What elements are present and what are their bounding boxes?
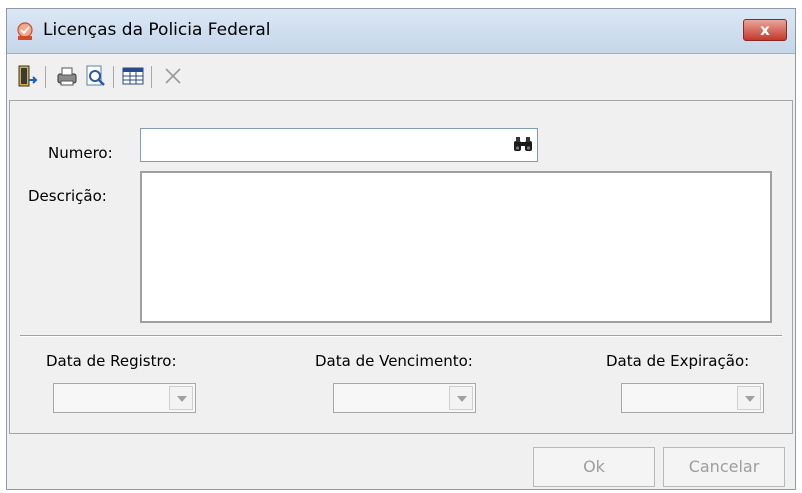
data-vencimento-dropdown[interactable] <box>333 383 476 413</box>
descricao-label: Descrição: <box>28 187 107 205</box>
ok-button[interactable]: Ok <box>533 447 655 487</box>
data-registro-label: Data de Registro: <box>46 352 177 370</box>
exit-icon[interactable] <box>15 64 39 88</box>
close-icon: x <box>760 21 770 39</box>
numero-input[interactable] <box>140 128 538 162</box>
binoculars-icon[interactable] <box>512 135 534 153</box>
descricao-textarea[interactable] <box>140 171 772 323</box>
toolbar-separator <box>45 66 46 88</box>
cancel-button[interactable]: Cancelar <box>663 447 785 487</box>
chevron-down-icon[interactable] <box>737 386 761 410</box>
licencas-window: Licenças da Policia Federal x Numero: De… <box>6 8 796 490</box>
print-preview-icon[interactable] <box>83 64 107 88</box>
close-button[interactable]: x <box>743 19 787 41</box>
numero-label: Numero: <box>48 144 113 162</box>
data-vencimento-label: Data de Vencimento: <box>315 352 473 370</box>
print-icon[interactable] <box>55 64 79 88</box>
toolbar-separator <box>113 66 114 88</box>
chevron-down-icon[interactable] <box>169 386 193 410</box>
form-panel: Numero: Descrição: Data de Registro: Dat… <box>9 100 793 434</box>
toolbar-separator <box>151 66 152 88</box>
app-icon <box>17 22 33 40</box>
data-expiracao-label: Data de Expiração: <box>606 352 750 370</box>
data-expiracao-dropdown[interactable] <box>621 383 764 413</box>
chevron-down-icon[interactable] <box>449 386 473 410</box>
data-registro-dropdown[interactable] <box>53 383 196 413</box>
divider <box>20 335 782 337</box>
delete-icon[interactable] <box>161 64 185 88</box>
title-bar: Licenças da Policia Federal x <box>7 9 795 54</box>
grid-view-icon[interactable] <box>121 64 145 88</box>
toolbar <box>7 54 795 98</box>
window-title: Licenças da Policia Federal <box>43 20 271 40</box>
